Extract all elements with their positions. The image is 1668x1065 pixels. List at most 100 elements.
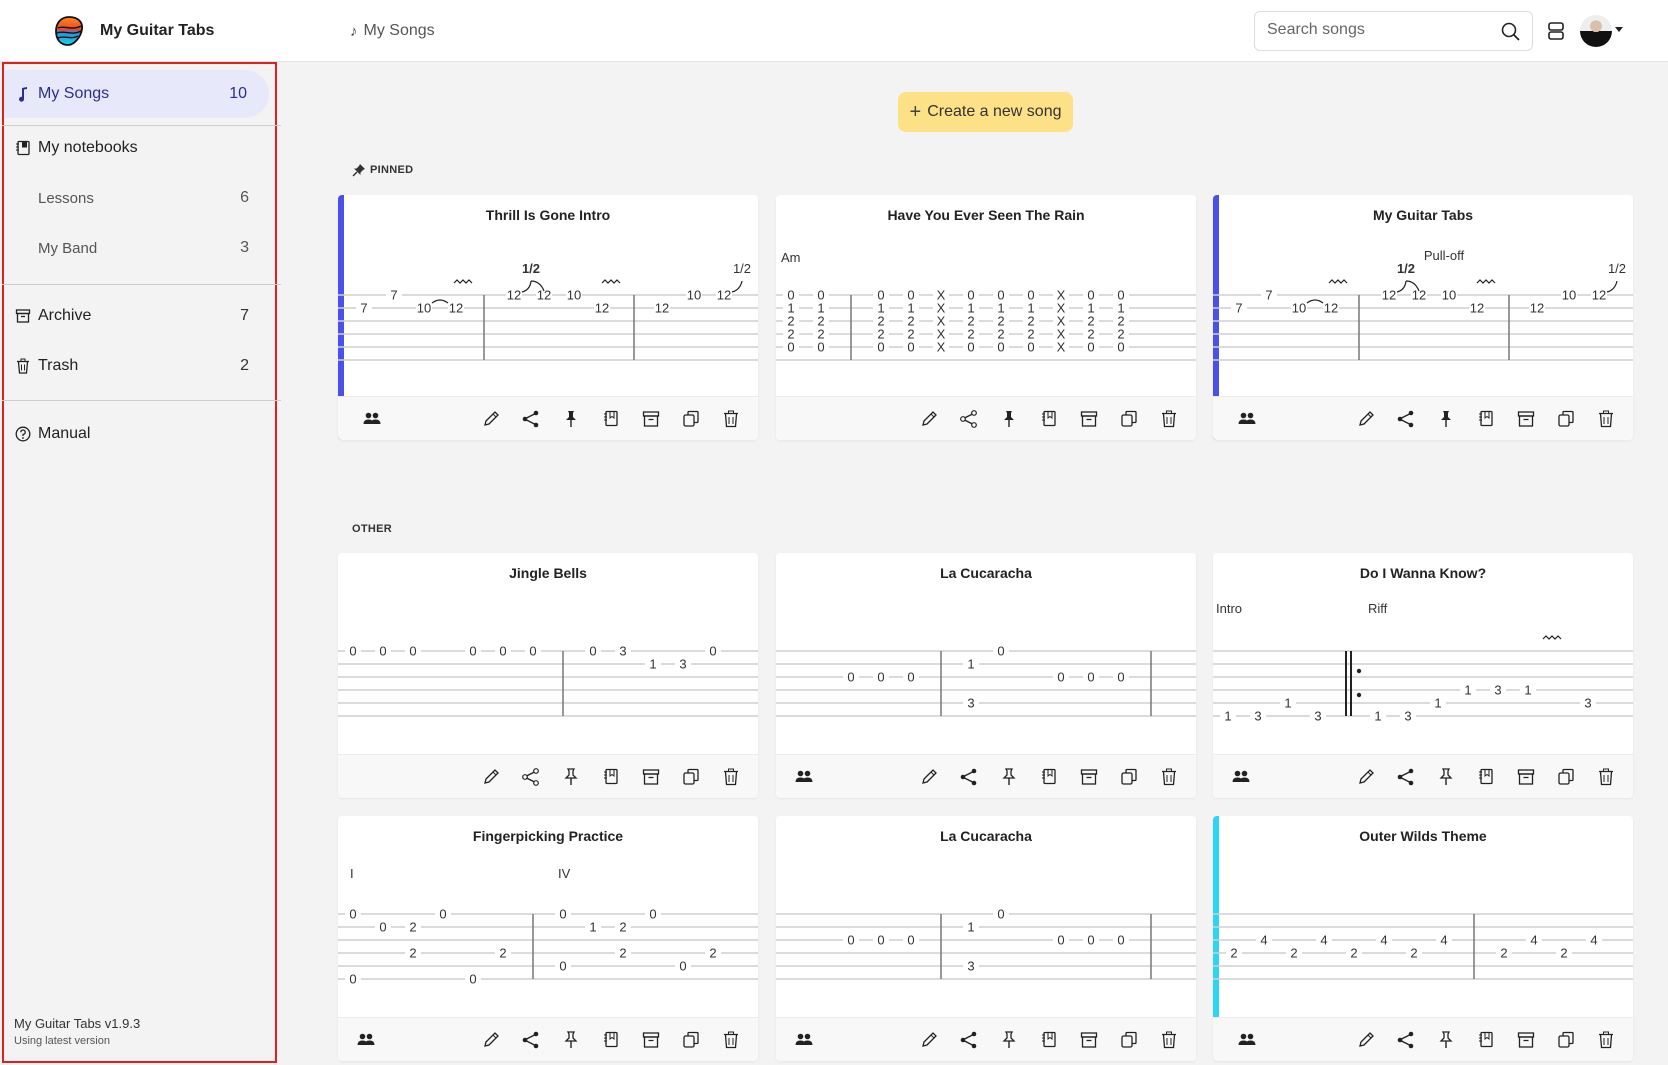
search-box[interactable] xyxy=(1254,11,1533,51)
song-card[interactable]: Fingerpicking Practice 0 0 2 0 2 0 0 2 0 0 1 2 0 2 0 2 I I… xyxy=(338,816,758,1061)
notebook-icon[interactable] xyxy=(1476,1030,1496,1050)
shared-people-icon[interactable] xyxy=(794,767,814,787)
trash-icon[interactable] xyxy=(1596,1030,1616,1050)
share-icon[interactable] xyxy=(959,767,979,787)
sidebar-item-my-band[interactable]: My Band 3 xyxy=(4,224,271,272)
copy-icon[interactable] xyxy=(681,1030,701,1050)
share-icon[interactable] xyxy=(959,409,979,429)
pin-icon[interactable] xyxy=(999,767,1019,787)
sidebar-item-lessons[interactable]: Lessons 6 xyxy=(4,174,271,222)
trash-icon[interactable] xyxy=(1596,767,1616,787)
notebook-icon[interactable] xyxy=(1039,409,1059,429)
edit-icon[interactable] xyxy=(1356,409,1376,429)
edit-icon[interactable] xyxy=(1356,767,1376,787)
trash-icon[interactable] xyxy=(1159,767,1179,787)
copy-icon[interactable] xyxy=(1556,409,1576,429)
sidebar-item-trash[interactable]: Trash 2 xyxy=(4,342,271,390)
copy-icon[interactable] xyxy=(1556,1030,1576,1050)
notebook-icon[interactable] xyxy=(601,409,621,429)
search-icon[interactable] xyxy=(1500,21,1522,43)
trash-icon[interactable] xyxy=(721,767,741,787)
edit-icon[interactable] xyxy=(481,767,501,787)
shared-people-icon[interactable] xyxy=(356,1030,376,1050)
share-icon[interactable] xyxy=(1396,1030,1416,1050)
share-icon[interactable] xyxy=(521,409,541,429)
share-icon[interactable] xyxy=(521,1030,541,1050)
song-title[interactable]: La Cucaracha xyxy=(776,565,1196,581)
pin-icon[interactable] xyxy=(561,1030,581,1050)
share-icon[interactable] xyxy=(1396,767,1416,787)
pin-icon[interactable] xyxy=(999,409,1019,429)
copy-icon[interactable] xyxy=(681,409,701,429)
breadcrumb[interactable]: ♪ My Songs xyxy=(350,22,435,40)
edit-icon[interactable] xyxy=(481,1030,501,1050)
shared-people-icon[interactable] xyxy=(794,1030,814,1050)
trash-icon[interactable] xyxy=(721,1030,741,1050)
pin-icon[interactable] xyxy=(1436,767,1456,787)
song-title[interactable]: Jingle Bells xyxy=(338,565,758,581)
shared-people-icon[interactable] xyxy=(1237,1030,1257,1050)
archive-icon[interactable] xyxy=(1516,409,1536,429)
trash-icon[interactable] xyxy=(721,409,741,429)
edit-icon[interactable] xyxy=(919,767,939,787)
pin-icon[interactable] xyxy=(1436,409,1456,429)
user-avatar[interactable] xyxy=(1580,15,1612,47)
sidebar-item-notebooks[interactable]: My notebooks xyxy=(4,124,271,172)
song-title[interactable]: Do I Wanna Know? xyxy=(1213,565,1633,581)
sidebar-item-my-songs[interactable]: My Songs 10 xyxy=(4,70,269,118)
notebook-icon[interactable] xyxy=(1476,767,1496,787)
song-card[interactable]: My Guitar Tabs 7 7 10 12 12 12 10 12 12 10 12 1/2 1/2… xyxy=(1213,195,1633,440)
shared-people-icon[interactable] xyxy=(1237,409,1257,429)
edit-icon[interactable] xyxy=(919,1030,939,1050)
share-icon[interactable] xyxy=(959,1030,979,1050)
share-icon[interactable] xyxy=(521,767,541,787)
notebook-icon[interactable] xyxy=(1039,767,1059,787)
song-title[interactable]: Fingerpicking Practice xyxy=(338,828,758,844)
song-title[interactable]: Thrill Is Gone Intro xyxy=(338,207,758,223)
trash-icon[interactable] xyxy=(1159,409,1179,429)
notebook-icon[interactable] xyxy=(1039,1030,1059,1050)
song-title[interactable]: Have You Ever Seen The Rain xyxy=(776,207,1196,223)
pin-icon[interactable] xyxy=(561,409,581,429)
archive-icon[interactable] xyxy=(641,1030,661,1050)
archive-icon[interactable] xyxy=(1516,1030,1536,1050)
pin-icon[interactable] xyxy=(561,767,581,787)
share-icon[interactable] xyxy=(1396,409,1416,429)
archive-icon[interactable] xyxy=(1516,767,1536,787)
trash-icon[interactable] xyxy=(1596,409,1616,429)
song-card[interactable]: Outer Wilds Theme 2 4 2 4 2 4 2 4 2 4 2 4 xyxy=(1213,816,1633,1061)
notebook-icon[interactable] xyxy=(1476,409,1496,429)
copy-icon[interactable] xyxy=(1556,767,1576,787)
song-title[interactable]: La Cucaracha xyxy=(776,828,1196,844)
song-title[interactable]: My Guitar Tabs xyxy=(1213,207,1633,223)
sidebar-item-archive[interactable]: Archive 7 xyxy=(4,292,271,340)
copy-icon[interactable] xyxy=(1119,409,1139,429)
sidebar-item-manual[interactable]: Manual xyxy=(4,410,271,458)
shared-people-icon[interactable] xyxy=(1231,767,1251,787)
edit-icon[interactable] xyxy=(919,409,939,429)
edit-icon[interactable] xyxy=(1356,1030,1376,1050)
layout-toggle-icon[interactable] xyxy=(1545,20,1567,42)
shared-people-icon[interactable] xyxy=(362,409,382,429)
song-card[interactable]: La Cucaracha 0 0 0 1 0 3 0 0 0 xyxy=(776,553,1196,798)
song-card[interactable]: Have You Ever Seen The Rain 0 1 2 2 0 0 1 2 2 0 0 1 2… xyxy=(776,195,1196,440)
notebook-icon[interactable] xyxy=(601,1030,621,1050)
song-card[interactable]: Thrill Is Gone Intro 7 7 10 12 12 12 10 12 12 10 12… xyxy=(338,195,758,440)
archive-icon[interactable] xyxy=(1079,767,1099,787)
song-title[interactable]: Outer Wilds Theme xyxy=(1213,828,1633,844)
song-card[interactable]: Jingle Bells 0 0 0 0 0 0 0 3 1 3 0 xyxy=(338,553,758,798)
copy-icon[interactable] xyxy=(1119,1030,1139,1050)
song-card[interactable]: La Cucaracha 0 0 0 1 0 3 0 0 0 xyxy=(776,816,1196,1061)
archive-icon[interactable] xyxy=(1079,409,1099,429)
pin-icon[interactable] xyxy=(1436,1030,1456,1050)
notebook-icon[interactable] xyxy=(601,767,621,787)
create-song-button[interactable]: + Create a new song xyxy=(898,92,1073,132)
edit-icon[interactable] xyxy=(481,409,501,429)
copy-icon[interactable] xyxy=(1119,767,1139,787)
archive-icon[interactable] xyxy=(641,409,661,429)
search-input[interactable] xyxy=(1267,21,1487,39)
song-card[interactable]: Do I Wanna Know? 1 3 1 3 1 3 1 1 3 1 3 Intro Riff xyxy=(1213,553,1633,798)
trash-icon[interactable] xyxy=(1159,1030,1179,1050)
archive-icon[interactable] xyxy=(1079,1030,1099,1050)
caret-down-icon[interactable] xyxy=(1615,27,1623,32)
